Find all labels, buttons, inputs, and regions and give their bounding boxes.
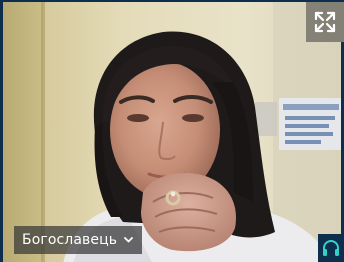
headphones-icon xyxy=(321,238,341,258)
fullscreen-expand-icon xyxy=(313,10,337,34)
participant-name-tag[interactable]: Богославець xyxy=(14,226,143,254)
fullscreen-button[interactable] xyxy=(306,2,344,42)
participant-video-tile[interactable]: Богославець xyxy=(0,0,344,262)
video-feed xyxy=(3,2,344,262)
chevron-down-icon xyxy=(124,237,133,243)
audio-indicator xyxy=(318,234,344,262)
participant-name: Богославець xyxy=(22,232,118,248)
